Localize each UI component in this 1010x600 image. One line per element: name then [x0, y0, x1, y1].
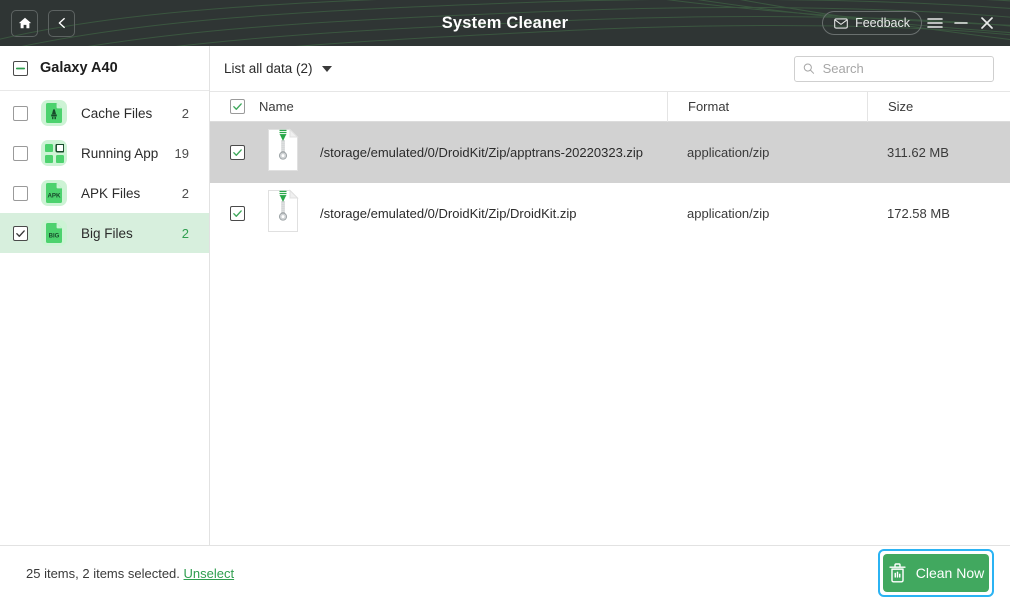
table-header-row: Name Format Size — [210, 91, 1010, 122]
select-all-checkbox[interactable] — [230, 99, 245, 114]
back-button[interactable] — [48, 9, 75, 37]
sidebar-item-cache-files[interactable]: Cache Files 2 — [0, 93, 209, 133]
column-header-size[interactable]: Size — [867, 91, 1010, 122]
sidebar-item-count: 19 — [174, 145, 189, 161]
row-checkbox[interactable] — [230, 206, 245, 221]
search-icon — [803, 63, 815, 74]
indeterminate-dash-icon — [15, 67, 26, 69]
sidebar-item-label: Cache Files — [81, 105, 153, 121]
big-files-checkbox[interactable] — [13, 225, 28, 241]
toolbar: List all data (2) — [210, 46, 1010, 91]
list-filter-dropdown[interactable]: List all data (2) — [224, 61, 332, 76]
unselect-link[interactable]: Unselect — [184, 566, 235, 581]
footer-bar: 25 items, 2 items selected. Unselect Cle… — [0, 545, 1010, 600]
sidebar-item-count: 2 — [181, 225, 189, 241]
sidebar-item-count: 2 — [181, 105, 189, 121]
content-area: Galaxy A40 Cache Files 2 Running App 19 … — [0, 46, 1010, 545]
back-chevron-icon — [58, 17, 65, 29]
device-checkbox[interactable] — [13, 60, 28, 76]
svg-text:APK: APK — [47, 193, 61, 200]
menu-button[interactable] — [922, 8, 948, 38]
sidebar-item-running-app[interactable]: Running App 19 — [0, 133, 209, 173]
title-bar: System Cleaner Feedback — [0, 0, 1010, 46]
row-file-path: /storage/emulated/0/DroidKit/Zip/DroidKi… — [320, 206, 577, 221]
search-container — [794, 55, 994, 82]
checkmark-icon — [233, 149, 242, 156]
row-format: application/zip — [687, 145, 770, 160]
zip-file-icon — [264, 128, 302, 177]
sidebar-device-row[interactable]: Galaxy A40 — [0, 46, 209, 91]
file-table: Name Format Size /storage/emulated/0/Dro… — [210, 91, 1010, 545]
feedback-button[interactable]: Feedback — [822, 11, 922, 35]
column-header-format-label: Format — [688, 99, 730, 114]
checkmark-icon — [233, 103, 242, 110]
table-body: /storage/emulated/0/DroidKit/Zip/apptran… — [210, 122, 1010, 545]
close-button[interactable] — [974, 8, 1000, 38]
clean-now-label: Clean Now — [915, 565, 985, 581]
chevron-down-icon — [321, 65, 332, 72]
row-format: application/zip — [687, 206, 770, 221]
row-size: 172.58 MB — [887, 206, 950, 221]
home-icon — [18, 17, 31, 29]
minimize-button[interactable] — [948, 8, 974, 38]
sidebar-item-label: Running App — [81, 145, 159, 161]
cache-files-checkbox[interactable] — [13, 105, 28, 121]
table-row[interactable]: /storage/emulated/0/DroidKit/Zip/apptran… — [210, 122, 1010, 183]
feedback-label: Feedback — [855, 16, 910, 30]
big-file-icon: BIG — [41, 220, 67, 246]
close-icon — [981, 17, 993, 29]
sidebar-item-label: APK Files — [81, 185, 141, 201]
column-header-format[interactable]: Format — [667, 91, 867, 122]
zip-file-icon — [264, 189, 302, 238]
envelope-icon — [834, 17, 848, 29]
system-cleaner-window: System Cleaner Feedback Galaxy A40 Cache… — [0, 0, 1010, 600]
apk-files-checkbox[interactable] — [13, 185, 28, 201]
row-size: 311.62 MB — [887, 145, 949, 160]
trash-can-icon — [889, 563, 906, 583]
list-filter-label: List all data (2) — [224, 61, 313, 76]
table-row[interactable]: /storage/emulated/0/DroidKit/Zip/DroidKi… — [210, 183, 1010, 244]
hamburger-menu-icon — [927, 18, 943, 28]
clean-now-button[interactable]: Clean Now — [883, 554, 989, 592]
running-app-icon — [41, 140, 67, 166]
row-name-cell: /storage/emulated/0/DroidKit/Zip/apptran… — [210, 128, 667, 177]
checkmark-icon — [16, 229, 25, 237]
column-header-name[interactable]: Name — [210, 92, 667, 122]
minimize-icon — [954, 22, 968, 24]
sidebar-item-apk-files[interactable]: APK APK Files 2 — [0, 173, 209, 213]
device-name: Galaxy A40 — [40, 60, 118, 76]
sidebar: Galaxy A40 Cache Files 2 Running App 19 … — [0, 46, 210, 545]
search-input[interactable] — [822, 61, 985, 76]
clean-now-focus-ring: Clean Now — [878, 549, 994, 597]
sidebar-item-label: Big Files — [81, 225, 133, 241]
search-box[interactable] — [794, 55, 994, 82]
column-header-name-label: Name — [259, 99, 294, 114]
selection-status: 25 items, 2 items selected. Unselect — [26, 566, 234, 581]
apk-file-icon: APK — [41, 180, 67, 206]
checkmark-icon — [233, 210, 242, 217]
svg-text:BIG: BIG — [49, 234, 60, 240]
sidebar-item-big-files[interactable]: BIG Big Files 2 — [0, 213, 209, 253]
cache-file-icon — [41, 100, 67, 126]
sidebar-item-count: 2 — [181, 185, 189, 201]
home-button[interactable] — [11, 9, 38, 37]
row-checkbox[interactable] — [230, 145, 245, 160]
running-app-checkbox[interactable] — [13, 145, 28, 161]
sidebar-category-list: Cache Files 2 Running App 19 APK APK Fil… — [0, 91, 209, 253]
row-name-cell: /storage/emulated/0/DroidKit/Zip/DroidKi… — [210, 189, 667, 238]
column-header-size-label: Size — [888, 99, 914, 114]
selection-status-text: 25 items, 2 items selected. — [26, 565, 180, 581]
row-file-path: /storage/emulated/0/DroidKit/Zip/apptran… — [320, 145, 644, 160]
main-panel: List all data (2) Search Name Format Siz… — [210, 46, 1010, 545]
